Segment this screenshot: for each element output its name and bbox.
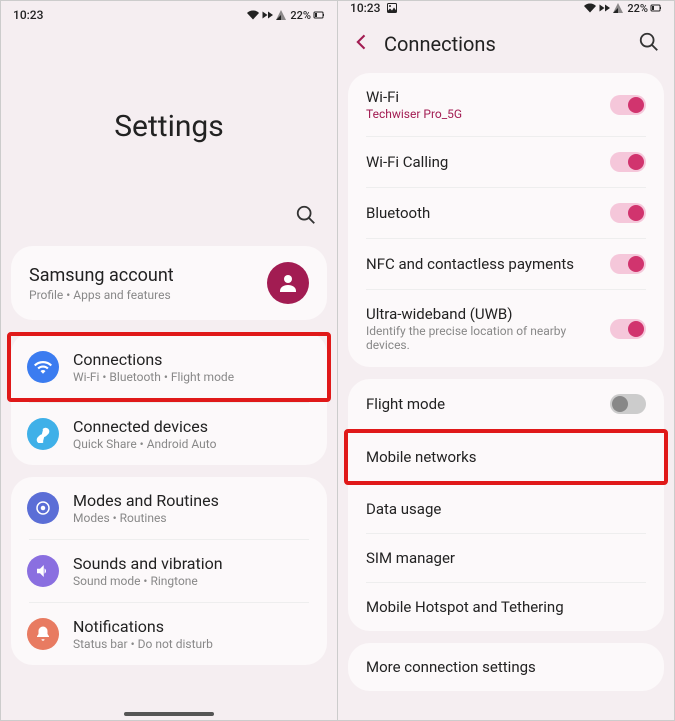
samsung-account-row[interactable]: Samsung account Profile • Apps and featu… bbox=[11, 246, 327, 320]
conn-row-label: Wi-Fi bbox=[366, 88, 462, 106]
status-time: 10:23 bbox=[350, 1, 380, 15]
settings-row-sub: Quick Share • Android Auto bbox=[73, 437, 216, 451]
screenshot-icon bbox=[386, 2, 398, 14]
settings-row-label: Connected devices bbox=[73, 417, 216, 436]
conn-row-sub: Identify the precise location of nearby … bbox=[366, 324, 610, 352]
settings-row-sub: Status bar • Do not disturb bbox=[73, 637, 213, 651]
settings-screen: 10:23 22% Settings Samsung account Profi… bbox=[1, 1, 337, 720]
link-icon bbox=[27, 418, 59, 450]
account-title: Samsung account bbox=[29, 265, 174, 286]
conn-row-label: More connection settings bbox=[366, 658, 536, 676]
conn-row-uwb[interactable]: Ultra-wideband (UWB)Identify the precise… bbox=[348, 290, 664, 367]
bell-icon bbox=[27, 618, 59, 650]
home-indicator[interactable] bbox=[124, 712, 214, 716]
conn-row-label: Bluetooth bbox=[366, 204, 430, 222]
circle-dot-icon bbox=[27, 492, 59, 524]
status-bar: 10:23 22% bbox=[338, 1, 674, 15]
conn-row-wifi-calling[interactable]: Wi-Fi Calling bbox=[348, 137, 664, 187]
wifi-icon bbox=[27, 351, 59, 383]
speaker-icon bbox=[27, 555, 59, 587]
status-bar: 10:23 22% bbox=[1, 1, 337, 29]
conn-row-wifi[interactable]: Wi-FiTechwiser Pro_5G bbox=[348, 73, 664, 136]
search-icon[interactable] bbox=[638, 31, 660, 57]
conn-row-label: NFC and contactless payments bbox=[366, 255, 574, 273]
settings-row-label: Sounds and vibration bbox=[73, 554, 223, 573]
settings-row-sub: Modes • Routines bbox=[73, 511, 219, 525]
toggle-bluetooth[interactable] bbox=[610, 203, 646, 223]
conn-row-data-usage[interactable]: Data usage bbox=[348, 485, 664, 533]
conn-row-hotspot[interactable]: Mobile Hotspot and Tethering bbox=[348, 583, 664, 631]
toggle-uwb[interactable] bbox=[610, 319, 646, 339]
account-sub: Profile • Apps and features bbox=[29, 288, 174, 302]
toggle-wifi-calling[interactable] bbox=[610, 152, 646, 172]
settings-row-label: Modes and Routines bbox=[73, 491, 219, 510]
conn-row-label: SIM manager bbox=[366, 549, 455, 567]
conn-row-bluetooth[interactable]: Bluetooth bbox=[348, 188, 664, 238]
page-title: Settings bbox=[1, 29, 337, 204]
settings-row-label: Connections bbox=[73, 350, 234, 369]
battery-percent: 22% bbox=[627, 2, 648, 15]
back-icon[interactable] bbox=[352, 32, 372, 56]
conn-row-label: Mobile networks bbox=[366, 448, 476, 466]
avatar[interactable] bbox=[267, 262, 309, 304]
status-icons: 22% bbox=[584, 2, 662, 15]
conn-row-label: Data usage bbox=[366, 500, 441, 518]
conn-row-label: Wi-Fi Calling bbox=[366, 153, 448, 171]
settings-row-sub: Wi-Fi • Bluetooth • Flight mode bbox=[73, 370, 234, 384]
settings-row-notifications[interactable]: NotificationsStatus bar • Do not disturb bbox=[11, 603, 327, 665]
settings-row-sub: Sound mode • Ringtone bbox=[73, 574, 223, 588]
search-icon[interactable] bbox=[295, 204, 317, 230]
settings-row-sounds-vibration[interactable]: Sounds and vibrationSound mode • Rington… bbox=[11, 540, 327, 602]
page-title: Connections bbox=[384, 32, 626, 56]
conn-row-label: Ultra-wideband (UWB) bbox=[366, 305, 610, 323]
settings-row-connected-devices[interactable]: Connected devicesQuick Share • Android A… bbox=[11, 403, 327, 465]
settings-row-label: Notifications bbox=[73, 617, 213, 636]
conn-row-label: Flight mode bbox=[366, 395, 445, 413]
toggle-flight-mode[interactable] bbox=[610, 394, 646, 414]
settings-row-modes-routines[interactable]: Modes and RoutinesModes • Routines bbox=[11, 477, 327, 539]
battery-percent: 22% bbox=[290, 9, 311, 22]
toggle-wifi[interactable] bbox=[610, 95, 646, 115]
conn-row-nfc[interactable]: NFC and contactless payments bbox=[348, 239, 664, 289]
conn-row-sim-manager[interactable]: SIM manager bbox=[348, 534, 664, 582]
conn-row-label: Mobile Hotspot and Tethering bbox=[366, 598, 564, 616]
connections-screen: 10:23 22% Connections Wi-FiTechwiser Pro… bbox=[338, 1, 674, 720]
conn-row-flight-mode[interactable]: Flight mode bbox=[348, 379, 664, 429]
status-time: 10:23 bbox=[13, 8, 43, 22]
toggle-nfc[interactable] bbox=[610, 254, 646, 274]
conn-row-sub: Techwiser Pro_5G bbox=[366, 107, 462, 121]
settings-row-connections[interactable]: ConnectionsWi-Fi • Bluetooth • Flight mo… bbox=[7, 332, 331, 402]
status-icons: 22% bbox=[247, 9, 325, 22]
conn-row-more-connection[interactable]: More connection settings bbox=[348, 643, 664, 691]
conn-row-mobile-networks[interactable]: Mobile networks bbox=[348, 433, 664, 481]
